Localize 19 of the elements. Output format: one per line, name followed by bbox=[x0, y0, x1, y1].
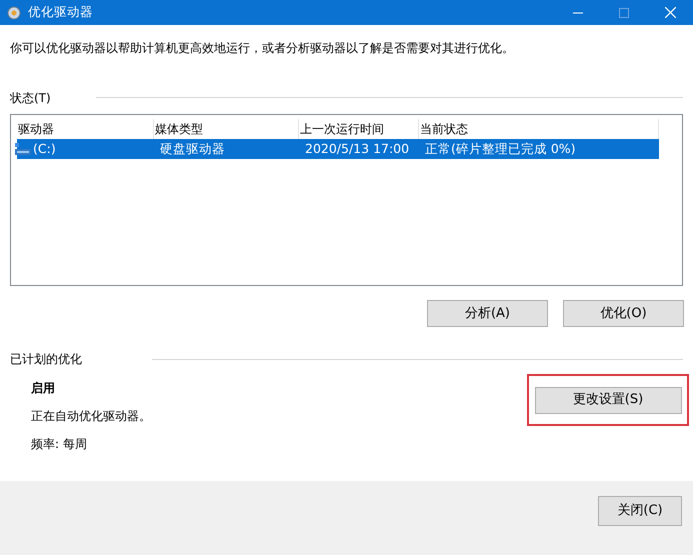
schedule-detail: 正在自动优化驱动器。 bbox=[31, 408, 152, 425]
drive-icon bbox=[15, 143, 31, 155]
section-label: 已计划的优化 bbox=[10, 351, 82, 368]
window-title: 优化驱动器 bbox=[28, 3, 93, 22]
table-cell-text: (C:) bbox=[33, 140, 56, 158]
section-label: 状态(T) bbox=[10, 90, 51, 106]
schedule-frequency: 频率: 每周 bbox=[31, 436, 88, 453]
action-button[interactable]: 更改设置(S) bbox=[534, 386, 682, 414]
schedule-state: 启用 bbox=[31, 380, 56, 397]
table-cell-text: 硬盘驱动器 bbox=[159, 140, 225, 158]
action-button[interactable]: 优化(O) bbox=[563, 300, 684, 327]
description-text: 你可以优化驱动器以帮助计算机更高效地运行，或者分析驱动器以了解是否需要对其进行优化。 bbox=[10, 41, 514, 55]
close-dialog-button[interactable]: 关闭(C) bbox=[598, 496, 682, 526]
action-button[interactable]: 分析(A) bbox=[427, 300, 548, 327]
maximize-icon bbox=[619, 8, 629, 18]
table-cell-text: 2020/5/13 17:00 bbox=[304, 140, 410, 158]
close-icon bbox=[664, 7, 676, 18]
table-row[interactable]: (C:) 硬盘驱动器 2020/5/13 17:00 正常(碎片整理已完成 0%) bbox=[17, 139, 659, 159]
table-cell-text: 正常(碎片整理已完成 0%) bbox=[424, 140, 576, 158]
